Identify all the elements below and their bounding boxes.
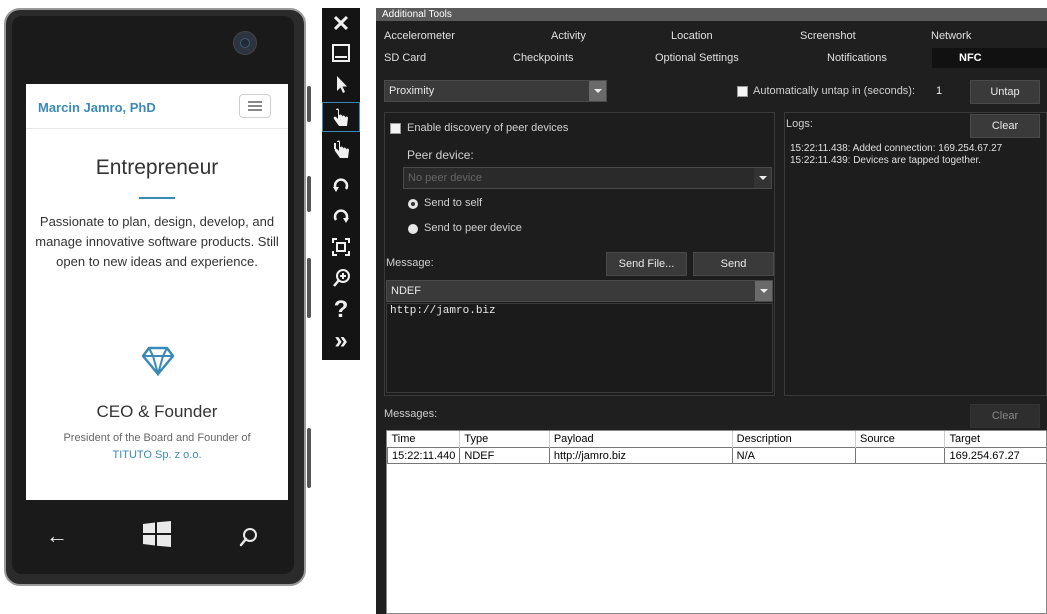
table-header-row: Time Type Payload Description Source Tar… [387, 431, 1047, 448]
column-header-type[interactable]: Type [459, 431, 550, 448]
messages-clear-button[interactable]: Clear [970, 404, 1040, 428]
send-file-button[interactable]: Send File... [606, 252, 687, 276]
additional-tools-window: Additional Tools Accelerometer Activity … [376, 8, 1047, 614]
site-title[interactable]: Marcin Jamro, PhD [38, 100, 156, 115]
president-line: President of the Board and Founder of [63, 432, 251, 444]
section-heading: Entrepreneur [95, 156, 219, 179]
message-type-value: NDEF [391, 285, 421, 297]
send-to-peer-radio[interactable] [408, 224, 418, 234]
diamond-icon [141, 346, 175, 376]
peer-device-label: Peer device: [407, 148, 474, 162]
phone-volume-button[interactable] [307, 86, 311, 122]
chevron-down-icon [755, 281, 772, 301]
header-divider [26, 128, 288, 129]
tab-checkpoints[interactable]: Checkpoints [513, 52, 574, 64]
column-header-target[interactable]: Target [944, 431, 1047, 448]
untap-button[interactable]: Untap [970, 80, 1040, 104]
log-line: 15:22:11.439: Devices are tapped togethe… [790, 155, 982, 166]
chevron-down-icon [754, 168, 771, 188]
rotate-left-icon[interactable] [322, 171, 360, 201]
company-link[interactable]: TITUTO Sp. z o.o. [26, 449, 288, 461]
cell-description: N/A [731, 447, 856, 464]
auto-untap-checkbox[interactable] [737, 86, 748, 97]
tab-location[interactable]: Location [671, 30, 713, 42]
windows-start-icon[interactable] [143, 521, 171, 547]
enable-discovery-checkbox[interactable] [390, 123, 401, 134]
cell-source [854, 447, 946, 464]
zoom-icon[interactable] [322, 264, 360, 294]
help-icon[interactable]: ? [322, 295, 360, 325]
hamburger-menu-icon[interactable] [239, 94, 271, 118]
enable-discovery-label: Enable discovery of peer devices [407, 122, 569, 134]
pointer-icon[interactable] [322, 70, 360, 100]
table-row[interactable]: 15:22:11.440 NDEF http://jamro.biz N/A 1… [386, 447, 1047, 464]
cell-time: 15:22:11.440 [386, 447, 461, 464]
chevron-down-icon [589, 81, 606, 101]
tab-sd-card[interactable]: SD Card [384, 52, 426, 64]
cell-payload: http://jamro.biz [548, 447, 733, 464]
messages-grid: Time Type Payload Description Source Tar… [386, 431, 1047, 464]
intro-text: Passionate to plan, design, develop, and… [35, 214, 279, 269]
minimize-icon[interactable] [322, 39, 360, 69]
mode-select[interactable]: Proximity [384, 80, 607, 102]
column-header-payload[interactable]: Payload [549, 431, 733, 448]
back-arrow-icon[interactable]: ← [46, 523, 68, 549]
tab-accelerometer[interactable]: Accelerometer [384, 30, 455, 42]
tab-optional-settings[interactable]: Optional Settings [655, 52, 739, 64]
emulator-toolbar: ✕ ? » [322, 8, 360, 360]
send-to-self-label: Send to self [424, 197, 483, 209]
send-button[interactable]: Send [693, 252, 774, 276]
send-to-peer-label: Send to peer device [424, 222, 522, 234]
search-icon[interactable] [238, 526, 260, 548]
logs-label: Logs: [786, 118, 813, 130]
multi-touch-icon[interactable] [322, 134, 360, 164]
phone-camera-button[interactable] [307, 428, 311, 488]
window-titlebar: Additional Tools [376, 8, 1047, 21]
column-header-source[interactable]: Source [855, 431, 946, 448]
messages-table[interactable]: Time Type Payload Description Source Tar… [386, 430, 1047, 614]
heading-underline [139, 197, 175, 199]
tab-screenshot[interactable]: Screenshot [800, 30, 856, 42]
logs-clear-button[interactable]: Clear [970, 114, 1040, 138]
more-tools-icon[interactable]: » [322, 326, 360, 356]
message-type-select[interactable]: NDEF [386, 280, 773, 302]
single-touch-icon[interactable] [322, 102, 360, 132]
rotate-right-icon[interactable] [322, 202, 360, 232]
message-label: Message: [386, 257, 434, 269]
log-line: 15:22:11.438: Added connection: 169.254.… [790, 143, 1003, 154]
auto-untap-label: Automatically untap in (seconds): [753, 85, 916, 97]
phone-power-button[interactable] [307, 176, 311, 212]
peer-device-select-value: No peer device [408, 172, 482, 184]
tab-network[interactable]: Network [931, 30, 971, 42]
close-icon[interactable]: ✕ [322, 9, 360, 39]
message-text: http://jamro.biz [390, 305, 496, 317]
auto-untap-value[interactable]: 1 [936, 85, 942, 97]
phone-side-button[interactable] [307, 258, 311, 318]
front-camera [233, 31, 257, 55]
cell-target: 169.254.67.27 [944, 447, 1047, 464]
tab-notifications[interactable]: Notifications [827, 52, 887, 64]
peer-device-select[interactable]: No peer device [403, 167, 772, 189]
phone-screen[interactable]: Marcin Jamro, PhD Entrepreneur Passionat… [26, 84, 288, 500]
message-textarea[interactable]: http://jamro.biz [386, 303, 773, 393]
send-to-self-radio[interactable] [408, 199, 418, 209]
cell-type: NDEF [459, 447, 550, 464]
messages-label: Messages: [384, 408, 438, 420]
column-header-time[interactable]: Time [387, 431, 461, 448]
mode-select-value: Proximity [389, 85, 435, 97]
fit-to-screen-icon[interactable] [322, 233, 360, 263]
window-title: Additional Tools [382, 9, 452, 20]
column-header-description[interactable]: Description [732, 431, 856, 448]
ceo-title: CEO & Founder [96, 402, 218, 421]
tab-nfc[interactable]: NFC [932, 48, 1047, 68]
tab-activity[interactable]: Activity [551, 30, 586, 42]
